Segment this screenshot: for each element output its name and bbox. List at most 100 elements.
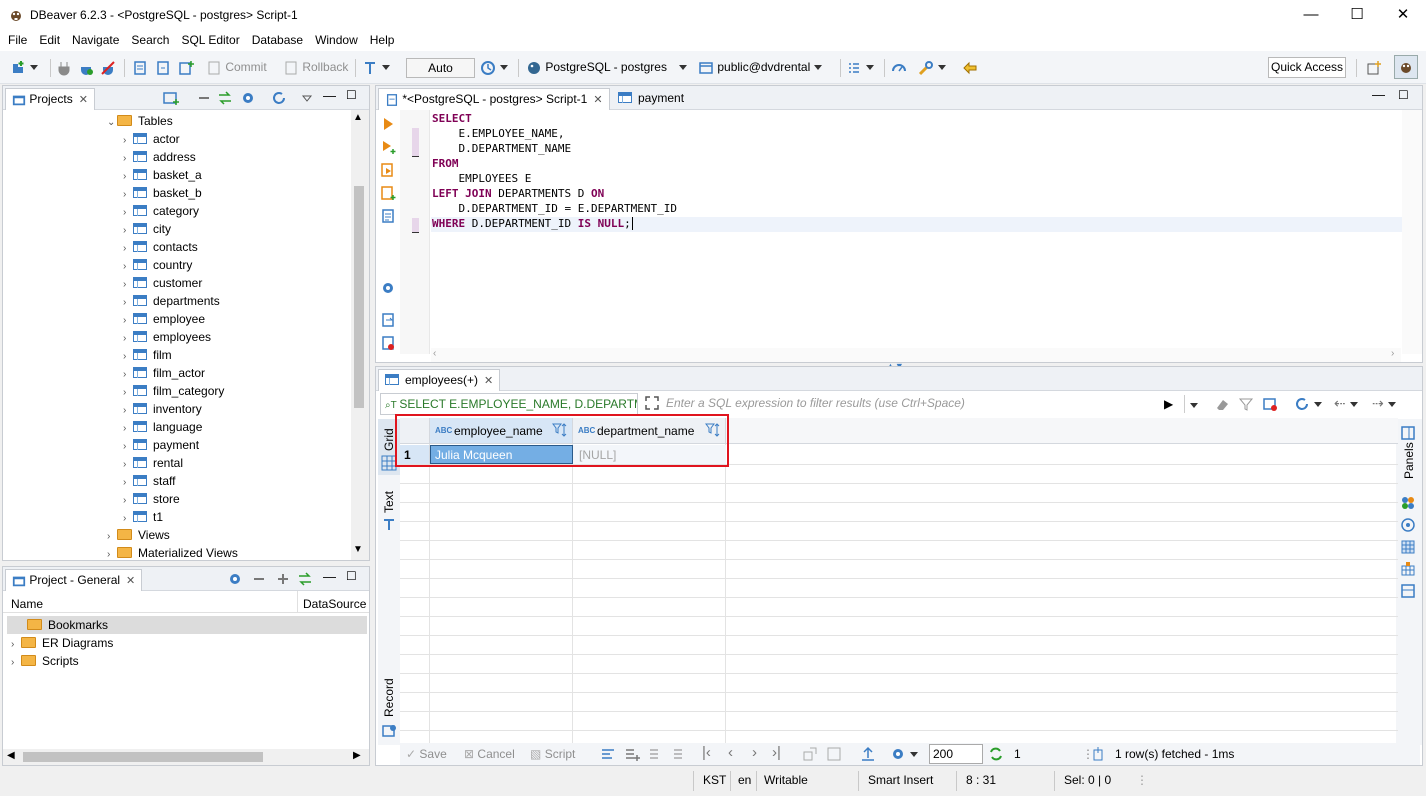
export-results-icon[interactable] [860,746,876,762]
code-line-6[interactable]: LEFT JOIN DEPARTMENTS D ON [432,187,604,202]
forward-icon[interactable]: ⇢ [1372,395,1396,412]
close-icon[interactable]: ✕ [126,575,135,587]
tree-node-table[interactable]: › address [123,148,196,166]
code-line-5[interactable]: EMPLOYEES E [432,172,531,187]
references-icon[interactable] [1400,583,1416,599]
link-with-editor-icon[interactable] [217,90,233,106]
list-item-bookmarks[interactable]: Bookmarks [7,616,367,634]
menu-edit[interactable]: Edit [33,30,66,47]
maximize-editor-icon[interactable]: ☐ [1398,88,1409,102]
link-with-editor-icon[interactable] [297,571,313,587]
panels-label[interactable]: Panels [1402,442,1416,479]
dashboard-icon[interactable] [891,58,907,78]
grouping-icon[interactable] [1400,561,1416,577]
dbeaver-perspective-icon[interactable] [1394,55,1418,79]
results-settings-icon[interactable] [890,746,918,762]
tree-node-table[interactable]: › category [123,202,199,220]
filter-history-dropdown[interactable] [1184,395,1204,413]
execute-script-icon[interactable] [380,162,396,178]
tree-node-table[interactable]: › contacts [123,238,198,256]
tree-node-table[interactable]: › city [123,220,171,238]
view-menu-icon[interactable] [299,90,315,106]
expand-filter-icon[interactable] [644,395,660,411]
close-icon[interactable]: ✕ [79,94,88,106]
new-sql-script-icon[interactable] [178,58,194,78]
settings-gear-icon[interactable] [380,280,396,296]
scroll-down-icon[interactable]: ▼ [353,544,363,555]
back-to-editor-icon[interactable] [962,58,978,78]
refresh-icon[interactable] [271,90,287,106]
new-connection-icon[interactable] [10,58,38,78]
scroll-thumb[interactable] [354,186,364,408]
menu-database[interactable]: Database [246,30,309,47]
sql-editor-icon[interactable] [132,58,148,78]
maximize-button[interactable]: ☐ [1334,0,1380,30]
hscroll-thumb[interactable] [23,752,263,762]
tree-node-table[interactable]: › employees [123,328,211,346]
first-page-icon[interactable]: |‹ [702,744,711,761]
close-icon[interactable]: ✕ [593,94,602,106]
maximize-view-icon[interactable]: ☐ [346,569,357,583]
back-icon[interactable]: ⇠ [1334,395,1358,412]
tree-node-table[interactable]: › t1 [123,508,163,526]
tree-node-table[interactable]: › departments [123,292,220,310]
expand-icon[interactable] [275,571,291,587]
tab-projects[interactable]: Projects ✕ [5,88,95,110]
copy-row-icon[interactable] [648,746,664,762]
tab-script-1[interactable]: *<PostgreSQL - postgres> Script-1 ✕ [378,88,610,110]
format-icon[interactable] [846,58,874,78]
refresh-results-icon[interactable] [1294,396,1322,412]
collapse-icon[interactable] [251,571,267,587]
minimize-editor-icon[interactable]: — [1372,87,1385,102]
script-results-button[interactable]: ▧ Script [530,747,575,761]
results-grid[interactable] [400,419,1396,745]
tab-employees-results[interactable]: employees(+) ✕ [378,369,501,391]
menu-navigate[interactable]: Navigate [66,30,125,47]
cancel-results-button[interactable]: ⊠ Cancel [464,747,515,761]
code-line-1[interactable]: SELECT [432,112,472,127]
connect-icon[interactable] [56,58,72,78]
rollback-button[interactable]: Rollback [283,58,348,78]
filter-settings-icon[interactable] [1238,396,1254,412]
tree-node-materialized-views[interactable]: › Materialized Views [107,544,238,560]
prev-page-icon[interactable]: ‹ [728,744,733,761]
execute-new-tab-icon[interactable] [380,139,396,155]
minimize-button[interactable]: — [1288,0,1334,30]
panels-icon[interactable] [1400,425,1416,441]
tree-node-table[interactable]: › film_category [123,382,224,400]
tree-node-table[interactable]: › language [123,418,202,436]
add-project-icon[interactable] [163,90,179,106]
tree-node-table[interactable]: › staff [123,472,175,490]
fit-icon[interactable] [826,746,842,762]
scroll-right-icon[interactable]: ▶ [353,750,361,761]
delete-row-icon[interactable] [672,746,688,762]
menu-help[interactable]: Help [364,30,401,47]
save-results-button[interactable]: ✓ Save [406,747,447,761]
tree-node-table[interactable]: › actor [123,130,180,148]
column-name-header[interactable]: Name [11,597,43,611]
transaction-mode-icon[interactable] [362,58,390,78]
load-script-icon[interactable] [380,335,396,351]
scroll-left-icon[interactable]: ◀ [7,750,15,761]
fetch-size-input[interactable]: 200 [929,744,983,764]
query-preview[interactable]: ⌕T SELECT E.EMPLOYEE_NAME, D.DEPARTMEN [380,393,638,415]
value-panel-icon[interactable] [1400,495,1416,511]
tree-node-table[interactable]: › basket_a [123,166,202,184]
apply-filter-icon[interactable]: ▶ [1164,397,1173,411]
navigate-icon[interactable] [802,746,818,762]
datasource-selector[interactable]: PostgreSQL - postgres [526,58,687,78]
tab-payment[interactable]: payment [612,88,690,110]
code-line-4[interactable]: FROM [432,157,459,172]
tree-node-table[interactable]: › country [123,256,192,274]
code-line-3[interactable]: D.DEPARTMENT_NAME [432,142,571,157]
next-page-icon[interactable]: › [752,744,757,761]
tree-node-tables[interactable]: ⌄ Tables [107,112,173,130]
edit-row-icon[interactable] [600,746,616,762]
eraser-icon[interactable] [1214,396,1230,412]
open-sql-script-icon[interactable] [155,58,171,78]
collapse-all-icon[interactable] [196,90,212,106]
tree-node-table[interactable]: › payment [123,436,199,454]
metadata-icon[interactable] [1400,539,1416,555]
menu-sql-editor[interactable]: SQL Editor [175,30,245,47]
filter-input[interactable]: Enter a SQL expression to filter results… [664,393,1180,415]
